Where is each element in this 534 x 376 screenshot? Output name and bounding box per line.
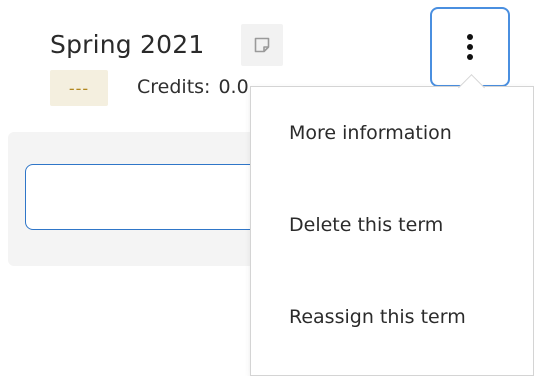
menu-item-more-information[interactable]: More information [289,119,452,147]
menu-item-delete-term[interactable]: Delete this term [289,211,443,239]
term-title: Spring 2021 [50,30,205,59]
term-menu-dropdown: More information Delete this term Reassi… [250,86,534,376]
credits-value: 0.0 [218,76,249,98]
vertical-ellipsis-icon [466,33,474,61]
note-icon [253,36,271,54]
credits-summary: Credits: 0.0 [137,74,249,100]
note-button[interactable] [241,24,283,66]
status-badge: --- [50,70,108,106]
menu-item-reassign-term[interactable]: Reassign this term [289,303,466,331]
credits-label: Credits: [137,76,211,98]
